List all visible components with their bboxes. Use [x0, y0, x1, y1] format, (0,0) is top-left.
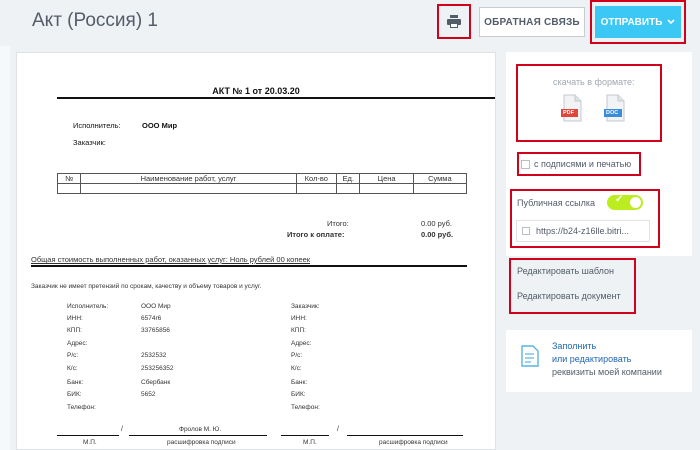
page-title: Акт (Россия) 1 — [32, 10, 158, 31]
stamp-place-label: М.П. — [83, 439, 97, 446]
req-label: КПП: — [67, 327, 82, 334]
req-label: Банк: — [291, 379, 308, 386]
executor-value: ООО Мир — [142, 121, 178, 130]
signature-line — [281, 435, 329, 436]
title-rule — [57, 97, 495, 99]
req-label: Телефон: — [67, 404, 96, 411]
req-label: Заказчик: — [291, 303, 320, 310]
col-unit: Ед. — [336, 173, 361, 184]
sign-decode-label: расшифровка подписи — [379, 439, 448, 446]
pdf-label: PDF — [563, 110, 574, 116]
document-page: АКТ № 1 от 20.03.20 Исполнитель: ООО Мир… — [31, 53, 495, 450]
doc-download[interactable]: DOC — [604, 94, 626, 122]
sign-decode-label: расшифровка подписи — [167, 439, 236, 446]
payable-label: Итого к оплате: — [287, 230, 345, 239]
public-link-url: https://b24-z16lle.bitri... — [536, 226, 630, 236]
stamp-place-label: М.П. — [303, 439, 317, 446]
req-label: ИНН: — [291, 315, 307, 322]
customer-label: Заказчик: — [73, 138, 106, 147]
col-name: Наименование работ, услуг — [80, 173, 297, 184]
public-link-input[interactable]: https://b24-z16lle.bitri... — [516, 220, 650, 242]
sign-stamp-checkbox[interactable] — [521, 160, 530, 169]
document-edit-icon — [521, 345, 539, 367]
req-label: БИК: — [291, 391, 306, 398]
req-label: Р/с: — [67, 352, 79, 359]
total-value: 0.00 руб. — [421, 219, 452, 228]
works-table: № Наименование работ, услуг Кол-во Ед. Ц… — [56, 173, 468, 194]
pdf-download[interactable]: PDF — [561, 94, 583, 122]
table-row — [56, 183, 468, 194]
pdf-file-icon — [561, 94, 582, 122]
executor-label: Исполнитель: — [73, 121, 121, 130]
feedback-button[interactable]: ОБРАТНАЯ СВЯЗЬ — [479, 7, 585, 37]
req-label: Банк: — [67, 379, 84, 386]
req-value: 2532532 — [141, 352, 167, 359]
req-label: КПП: — [291, 327, 306, 334]
req-label: Исполнитель: — [67, 303, 109, 310]
req-value: 5652 — [141, 391, 156, 398]
col-sum: Сумма — [412, 173, 468, 184]
doc-file-icon — [604, 94, 625, 122]
toggle-knob — [630, 197, 641, 208]
req-value: ООО Мир — [141, 303, 171, 310]
download-label: скачать в формате: — [553, 77, 635, 87]
download-highlight-frame — [516, 64, 662, 142]
sign-stamp-label: с подписями и печатью — [534, 159, 632, 169]
chevron-down-icon — [667, 19, 675, 25]
req-value: 6574r6 — [141, 315, 162, 322]
copy-icon[interactable] — [522, 227, 530, 235]
document-title: АКТ № 1 от 20.03.20 — [212, 86, 300, 96]
printer-icon — [447, 14, 461, 28]
document-preview: АКТ № 1 от 20.03.20 Исполнитель: ООО Мир… — [16, 52, 496, 450]
req-value: Сбербанк — [141, 379, 171, 386]
req-label: Адрес: — [291, 340, 312, 347]
left-edge-strip — [0, 46, 10, 450]
print-button[interactable] — [442, 9, 466, 33]
req-label: К/с: — [67, 365, 78, 372]
signature-slash: / — [337, 426, 339, 433]
requisites-caption: реквизиты моей компании — [552, 367, 662, 377]
table-header-row: № Наименование работ, услуг Кол-во Ед. Ц… — [56, 173, 468, 184]
req-label: К/с: — [291, 365, 302, 372]
doc-label: DOC — [606, 110, 619, 116]
req-value: 33765856 — [141, 327, 170, 334]
edit-document-link[interactable]: Редактировать документ — [517, 291, 621, 301]
send-button-label: ОТПРАВИТЬ — [600, 16, 663, 28]
cost-rule — [31, 265, 467, 267]
req-label: Телефон: — [291, 404, 320, 411]
col-number: № — [56, 173, 82, 184]
req-value: 253256352 — [141, 365, 174, 372]
no-claims-text: Заказчик не имеет претензий по срокам, к… — [31, 283, 262, 290]
col-qty: Кол-во — [295, 173, 338, 184]
signer-name: Фролов М. Ю. — [179, 426, 222, 433]
signature-slash: / — [121, 426, 123, 433]
col-price: Цена — [359, 173, 414, 184]
public-link-label: Публичная ссылка — [517, 198, 595, 208]
total-label: Итого: — [327, 219, 349, 228]
total-cost-text: Общая стоимость выполненных работ, оказа… — [31, 255, 311, 264]
signature-line — [347, 435, 463, 436]
req-label: БИК: — [67, 391, 82, 398]
signature-line — [129, 435, 267, 436]
send-button[interactable]: ОТПРАВИТЬ — [595, 6, 681, 38]
req-label: ИНН: — [67, 315, 83, 322]
public-link-toggle[interactable]: ✓ — [607, 194, 643, 210]
edit-template-link[interactable]: Редактировать шаблон — [517, 266, 614, 276]
check-icon: ✓ — [615, 194, 624, 205]
req-label: Р/с: — [291, 352, 303, 359]
fill-requisites-link[interactable]: Заполнить — [552, 340, 596, 352]
signature-line — [57, 435, 119, 436]
payable-value: 0.00 руб. — [421, 230, 454, 239]
edit-requisites-link[interactable]: или редактировать — [552, 353, 631, 365]
req-label: Адрес: — [67, 340, 88, 347]
header: Акт (Россия) 1 ОБРАТНАЯ СВЯЗЬ ОТПРАВИТЬ — [0, 0, 700, 46]
